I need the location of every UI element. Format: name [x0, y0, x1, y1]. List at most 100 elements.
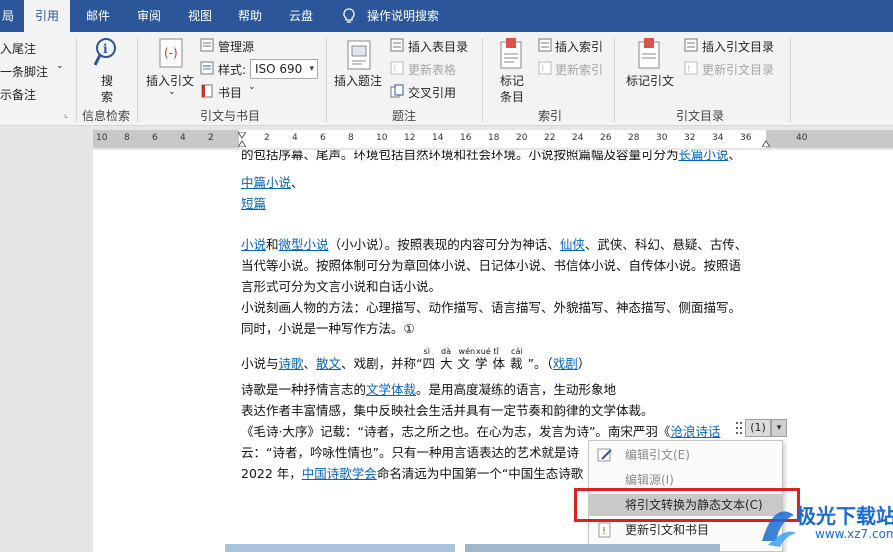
link[interactable]: 仙侠 [560, 237, 585, 252]
drag-handle-icon[interactable] [735, 421, 743, 435]
menu-item-update-citations-bibliography[interactable]: ! 更新引文和书目 [589, 519, 782, 541]
link[interactable]: 诗歌 [279, 356, 304, 371]
link[interactable]: 文学体裁 [366, 382, 416, 397]
chevron-down-icon[interactable]: ⌄ [168, 87, 176, 97]
tab-help[interactable]: 帮助 [238, 0, 262, 32]
show-notes-button[interactable]: 示备注 [0, 86, 36, 103]
insert-toa-button[interactable]: 插入引文目录 [702, 38, 774, 55]
text-line: 同时，小说是一种写作方法。① [241, 321, 415, 336]
insert-caption-button[interactable]: 插入题注 [334, 72, 382, 89]
tab-references[interactable]: 引用 [24, 0, 70, 34]
pinyin-syllable: sì [423, 347, 430, 356]
link[interactable]: 短篇 [241, 196, 266, 211]
ruler-tick-label: 12 [404, 133, 416, 143]
ruler-tick-label: 18 [488, 133, 500, 143]
ruler-tick-label: 6 [152, 133, 158, 143]
link[interactable]: 中国诗歌学会 [302, 466, 377, 481]
link[interactable]: 沧浪诗话 [670, 424, 720, 439]
ruler-tick-label: 30 [656, 133, 668, 143]
ruler-tick-label: 6 [320, 133, 326, 143]
hanging-indent-marker[interactable] [238, 139, 246, 147]
text-line: 短篇 [241, 193, 266, 212]
link[interactable]: 散文 [316, 356, 341, 371]
ruler-tick-label: 36 [740, 133, 752, 143]
tab-view[interactable]: 视图 [188, 0, 212, 32]
citation-options-dropdown[interactable]: ▾ [771, 419, 787, 437]
link[interactable]: 长篇小说 [679, 150, 729, 162]
style-dropdown-value: ISO 690 [255, 62, 303, 76]
svg-text:(-): (-) [164, 46, 178, 60]
mark-citation-button[interactable]: 标记引文 [626, 72, 674, 89]
tab-cloud[interactable]: 云盘 [289, 0, 313, 32]
bibliography-icon [201, 84, 213, 98]
dialog-launcher-icon[interactable]: ⌞ [64, 110, 68, 120]
link[interactable]: 戏剧 [553, 356, 578, 371]
chevron-down-icon[interactable]: ⌄ [56, 61, 64, 71]
chevron-down-icon: ▾ [309, 64, 314, 74]
search-button-label-2[interactable]: 索 [101, 88, 113, 105]
ruler-tick-label: 10 [376, 133, 388, 143]
chevron-down-icon[interactable]: ⌄ [248, 82, 256, 92]
cross-reference-button[interactable]: 交叉引用 [408, 84, 456, 101]
group-label-captions: 题注 [392, 109, 417, 123]
insert-index-icon [538, 38, 552, 52]
pinyin-syllable: tǐ [493, 347, 499, 356]
ribbon: 入尾注 一条脚注 ⌄ 示备注 ⌞ i 搜 索 信息检索 (-) 插入引文 ⌄ 管… [0, 32, 893, 126]
style-dropdown[interactable]: ISO 690 ▾ [250, 59, 318, 79]
insert-caption-icon[interactable] [346, 40, 372, 70]
text-line: 《毛诗·大序》记载：“诗者，志之所之也。在心为志，发言为诗”。南宋严羽《沧浪诗话 [241, 424, 721, 439]
group-separator [76, 38, 77, 122]
insert-table-of-figures-button[interactable]: 插入表目录 [408, 38, 468, 55]
search-icon[interactable]: i [94, 37, 122, 69]
menu-item-convert-to-static-text[interactable]: 将引文转换为静态文本(C) [589, 494, 782, 516]
menu-item-edit-citation[interactable]: 编辑引文(E) [589, 444, 782, 466]
ruler-tick-label: 40 [796, 133, 808, 143]
manage-sources-button[interactable]: 管理源 [218, 38, 254, 55]
insert-citation-icon[interactable]: (-) [156, 37, 186, 69]
update-toa-button[interactable]: 更新引文目录 [702, 61, 774, 78]
group-label-citations: 引文与书目 [200, 109, 261, 123]
update-index-icon: ! [538, 61, 552, 75]
group-label-research: 信息检索 [82, 109, 131, 123]
ruler-tick-label: 34 [712, 133, 724, 143]
update-table-icon: ! [390, 61, 404, 75]
update-index-button[interactable]: 更新索引 [555, 61, 603, 78]
text-line: 的包括序幕、尾声。环境包括自然环境和社会环境。小说按照篇幅及容量可分为长篇小说、 [241, 150, 741, 164]
link[interactable]: 小说 [241, 237, 266, 252]
update-table-button[interactable]: 更新表格 [408, 61, 456, 78]
mark-citation-icon[interactable] [636, 38, 662, 70]
mark-entry-icon[interactable] [498, 38, 524, 70]
right-indent-marker[interactable] [762, 139, 770, 147]
document-image [225, 544, 455, 552]
citation-number[interactable]: (1) [745, 419, 771, 437]
cross-reference-icon [390, 84, 404, 98]
insert-toa-icon [684, 38, 698, 52]
text-line: 小说刻画人物的方法：心理描写、动作描写、语言描写、外貌描写、神态描写、侧面描写。 [241, 300, 742, 315]
bibliography-button[interactable]: 书目 [218, 84, 242, 101]
citation-control[interactable]: (1) ▾ [735, 417, 787, 439]
link[interactable]: 中篇小说 [241, 175, 291, 190]
ruler-tick-label: 32 [684, 133, 696, 143]
horizontal-ruler[interactable]: 10 8 6 4 2 2 4 6 8 10 12 14 16 18 20 22 24 26 28 30 32 34 36 40 [93, 130, 893, 148]
svg-text:!: ! [541, 65, 545, 75]
insert-index-button[interactable]: 插入索引 [555, 38, 603, 55]
text-line: 小说和微型小说（小小说）。按照表现的内容可分为神话、仙侠、武侠、科幻、悬疑、古传… [241, 237, 748, 252]
ruler-tick-label: 20 [516, 133, 528, 143]
ribbon-tab-bar: 局 引用 邮件 审阅 视图 帮助 云盘 操作说明搜索 [0, 0, 893, 34]
mark-entry-button[interactable]: 标记 [500, 72, 524, 89]
tab-layout[interactable]: 局 [2, 0, 14, 32]
next-footnote-button[interactable]: 一条脚注 [0, 63, 48, 80]
document-image [465, 544, 720, 552]
ruler-tick-label: 8 [124, 133, 130, 143]
ruler-tick-label: 14 [432, 133, 444, 143]
menu-item-edit-source[interactable]: 编辑源(I) [589, 469, 782, 491]
ruler-tick-label: 2 [264, 133, 270, 143]
search-button-label[interactable]: 搜 [101, 72, 113, 89]
link[interactable]: 微型小说 [279, 237, 329, 252]
ruler-tick-label: 10 [96, 133, 108, 143]
tell-me-search[interactable]: 操作说明搜索 [367, 0, 439, 32]
mark-entry-button-label-2[interactable]: 条目 [500, 88, 524, 105]
tab-mailings[interactable]: 邮件 [86, 0, 110, 32]
tab-review[interactable]: 审阅 [137, 0, 161, 32]
insert-endnote-button[interactable]: 入尾注 [0, 40, 36, 57]
